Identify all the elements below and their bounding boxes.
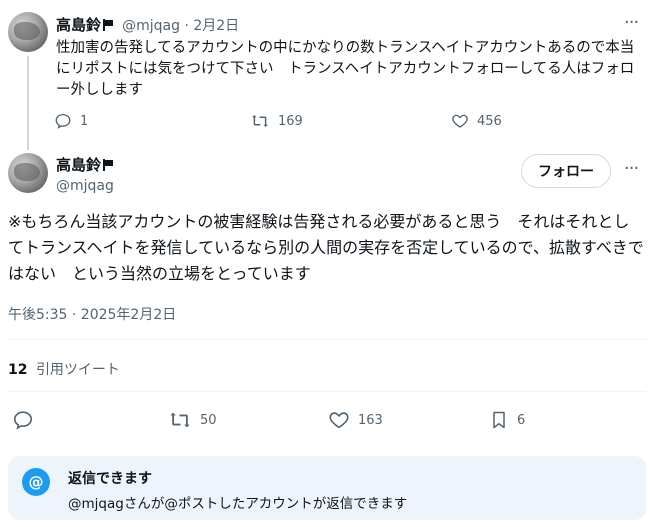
like-count: 456 — [477, 113, 502, 129]
like-count: 163 — [358, 412, 383, 428]
heart-icon — [329, 412, 349, 429]
quote-tweets-link[interactable]: 12 引用ツイート — [8, 359, 120, 379]
reply-icon — [55, 113, 71, 129]
author-name[interactable]: 高島鈴 — [56, 16, 101, 34]
repost-button[interactable]: 50 — [168, 409, 217, 431]
reply-button[interactable] — [12, 409, 34, 431]
flag-icon — [103, 19, 114, 31]
avatar[interactable] — [8, 12, 48, 52]
reply-author-row: 高島鈴 @mjqag · 2月2日 — [56, 14, 239, 35]
main-tweet-text: ※もちろん当該アカウントの被害経験は告発される必要があると思う それはそれとして… — [8, 212, 644, 283]
main-author-block: 高島鈴 @mjqag — [56, 154, 114, 194]
heart-icon — [452, 114, 468, 128]
quote-count: 12 — [8, 362, 28, 378]
more-icon[interactable]: ··· — [624, 12, 639, 33]
like-button[interactable]: 456 — [451, 112, 502, 130]
author-handle[interactable]: @mjqag — [56, 178, 114, 194]
repost-icon — [170, 412, 190, 428]
divider — [8, 339, 646, 340]
avatar[interactable] — [8, 153, 48, 193]
tweet-timestamp[interactable]: 午後5:35 · 2025年2月2日 — [8, 304, 176, 324]
flag-icon — [103, 159, 114, 171]
repost-count: 169 — [278, 113, 303, 129]
at-icon: @ — [22, 468, 50, 496]
author-handle-date[interactable]: @mjqag · 2月2日 — [122, 18, 239, 34]
divider — [8, 391, 646, 392]
reply-icon — [13, 411, 33, 430]
quote-label: 引用ツイート — [35, 362, 120, 378]
repost-button[interactable]: 169 — [250, 112, 303, 130]
more-icon[interactable]: ··· — [624, 158, 639, 179]
reply-tweet-text: 性加害の告発してるアカウントの中にかなりの数トランスヘイトアカウントあるので本当… — [56, 40, 635, 98]
reply-button[interactable]: 1 — [54, 112, 88, 130]
reply-restriction-notice: @ 返信できます @mjqagさんが@ポストしたアカウントが返信できます — [8, 456, 646, 520]
thread-line — [27, 56, 29, 150]
repost-count: 50 — [200, 412, 217, 428]
like-button[interactable]: 163 — [328, 409, 383, 431]
bookmark-icon — [493, 411, 505, 429]
bookmark-count: 6 — [517, 412, 526, 428]
notice-title: 返信できます — [68, 471, 152, 487]
notice-body: @mjqagさんが@ポストしたアカウントが返信できます — [68, 496, 408, 512]
reply-count: 1 — [80, 113, 89, 129]
follow-button[interactable]: フォロー — [521, 154, 611, 188]
repost-icon — [252, 115, 268, 127]
bookmark-button[interactable]: 6 — [489, 409, 525, 431]
author-name[interactable]: 高島鈴 — [56, 156, 101, 174]
